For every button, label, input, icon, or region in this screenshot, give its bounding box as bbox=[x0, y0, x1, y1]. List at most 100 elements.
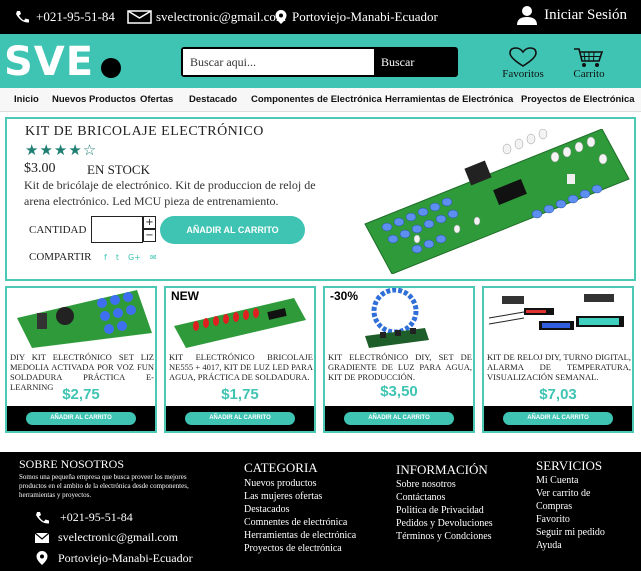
product-card-image bbox=[17, 290, 152, 348]
footer-categoria-list: Nuevos productos Las mujeres ofertas Des… bbox=[244, 477, 356, 555]
favorites-link[interactable]: Favoritos bbox=[500, 46, 546, 80]
quantity-minus-button[interactable]: − bbox=[143, 229, 156, 242]
footer-link[interactable]: Las mujeres ofertas bbox=[244, 490, 356, 503]
footer-about-text: Somos una pequeña empresa que busca prov… bbox=[19, 473, 189, 499]
footer-services-title: SERVICIOS bbox=[536, 458, 603, 473]
favorites-label: Favoritos bbox=[502, 68, 544, 80]
product-card-text: KIT ELECTRÓNICO BRICOLAJE NE555 + 4017, … bbox=[169, 352, 313, 382]
product-card-price: $2,75 bbox=[62, 386, 100, 403]
topbar-location: Portoviejo-Manabi-Ecuador bbox=[274, 9, 438, 25]
top-bar: +021-95-51-84 svelectronic@gmail.com Por… bbox=[0, 0, 641, 34]
footer-link[interactable]: Proyectos de electrónica bbox=[244, 542, 356, 555]
google-plus-icon[interactable]: G+ bbox=[128, 253, 141, 262]
product-card-price: $1,75 bbox=[221, 386, 259, 403]
product-card-price: $7,03 bbox=[539, 386, 577, 403]
mail-icon bbox=[34, 532, 50, 543]
product-card-text: KIT DE RELOJ DIY, TURNO DIGITAL, ALARMA … bbox=[487, 352, 631, 382]
mail-icon[interactable]: ✉ bbox=[150, 253, 157, 262]
heart-icon bbox=[509, 47, 537, 67]
topbar-phone: +021-95-51-84 bbox=[14, 9, 115, 25]
footer: SOBRE NOSOTROS Somos una pequeña empresa… bbox=[0, 452, 641, 571]
footer-link[interactable]: Destacados bbox=[244, 503, 356, 516]
product-card[interactable]: NEW KIT ELECTRÓNICO BRICOLAJE NE555 + 40… bbox=[164, 286, 316, 433]
stock-status: EN STOCK bbox=[87, 162, 150, 177]
nav-item-ofertas[interactable]: Ofertas bbox=[140, 94, 173, 105]
footer-link[interactable]: Pedidos y Devoluciones bbox=[396, 517, 493, 530]
nav-item-herramientas[interactable]: Herramientas de Electrónica bbox=[385, 94, 513, 105]
footer-services-list: Mi Cuenta Ver carrito de Compras Favorit… bbox=[536, 474, 605, 552]
card-add-to-cart-button[interactable]: AÑADIR AL CARRITO bbox=[26, 412, 136, 425]
share-label: COMPARTIR bbox=[29, 251, 92, 263]
card-add-to-cart-button[interactable]: AÑADIR AL CARRITO bbox=[503, 412, 613, 425]
product-card-footer: AÑADIR AL CARRITO bbox=[166, 406, 314, 431]
header: SVE Buscar Favoritos Carrito bbox=[0, 34, 641, 88]
footer-link[interactable]: Compras bbox=[536, 500, 605, 513]
footer-categoria-title: CATEGORIA bbox=[244, 460, 318, 475]
product-card[interactable]: DIY KIT ELECTRÓNICO SET LIZ MEDOLIA ACTI… bbox=[5, 286, 157, 433]
phone-icon bbox=[16, 11, 29, 23]
cart-link[interactable]: Carrito bbox=[570, 46, 608, 80]
quantity-input[interactable] bbox=[91, 216, 143, 243]
footer-link[interactable]: Herramientas de electrónica bbox=[244, 529, 356, 542]
logo-dot bbox=[101, 58, 121, 78]
location-pin-icon bbox=[36, 551, 48, 565]
new-badge: NEW bbox=[171, 289, 199, 303]
footer-link[interactable]: Favorito bbox=[536, 513, 605, 526]
product-description: Kit de bricólaje de electrónico. Kit de … bbox=[24, 178, 316, 208]
add-to-cart-button[interactable]: AÑADIR AL CARRITO bbox=[160, 216, 305, 244]
main-nav: Inicio Nuevos Productos Ofertas Destacad… bbox=[0, 88, 641, 112]
search-button[interactable]: Buscar bbox=[374, 49, 456, 75]
card-add-to-cart-button[interactable]: AÑADIR AL CARRITO bbox=[185, 412, 295, 425]
share-icons: f t G+ ✉ bbox=[104, 253, 157, 262]
footer-link[interactable]: Sobre nosotros bbox=[396, 478, 493, 491]
footer-about-title: SOBRE NOSOTROS bbox=[19, 457, 125, 471]
login-link[interactable]: Iniciar Sesión bbox=[516, 5, 627, 25]
nav-item-destacado[interactable]: Destacado bbox=[189, 94, 237, 105]
search-input[interactable] bbox=[183, 49, 374, 75]
product-detail: KIT DE BRICOLAJE ELECTRÓNICO ★★★★☆ $3.00… bbox=[5, 117, 636, 281]
quantity-stepper: + − bbox=[143, 216, 156, 243]
cart-label: Carrito bbox=[573, 68, 605, 80]
product-card[interactable]: KIT DE RELOJ DIY, TURNO DIGITAL, ALARMA … bbox=[482, 286, 634, 433]
footer-link[interactable]: Seguir mi pedido bbox=[536, 526, 605, 539]
discount-badge: -30% bbox=[330, 289, 359, 303]
user-icon bbox=[517, 6, 538, 25]
footer-info-list: Sobre nosotros Contáctanos Politica de P… bbox=[396, 478, 493, 543]
footer-email-text: svelectronic@gmail.com bbox=[58, 530, 179, 544]
footer-link[interactable]: Contáctanos bbox=[396, 491, 493, 504]
footer-link[interactable]: Ver carrito de bbox=[536, 487, 605, 500]
nav-item-componentes[interactable]: Componentes de Electrónica bbox=[251, 94, 382, 105]
nav-item-proyectos[interactable]: Proyectos de Electrónica bbox=[521, 94, 635, 105]
facebook-icon[interactable]: f bbox=[104, 253, 107, 262]
footer-link[interactable]: Politica de Privacidad bbox=[396, 504, 493, 517]
rating-stars: ★★★★☆ bbox=[25, 143, 98, 159]
site-logo[interactable]: SVE bbox=[4, 38, 94, 86]
phone-icon bbox=[36, 511, 49, 524]
product-card[interactable]: -30% KIT ELECTRÓNICO DIY, SET DE GRADIEN… bbox=[323, 286, 475, 433]
footer-link[interactable]: Comnentes de electrónica bbox=[244, 516, 356, 529]
mail-icon bbox=[127, 10, 152, 24]
cart-icon bbox=[574, 48, 604, 67]
login-label: Iniciar Sesión bbox=[544, 6, 627, 23]
footer-link[interactable]: Ayuda bbox=[536, 539, 605, 552]
footer-link[interactable]: Mi Cuenta bbox=[536, 474, 605, 487]
product-card-price: $3,50 bbox=[380, 383, 418, 400]
footer-link[interactable]: Nuevos productos bbox=[244, 477, 356, 490]
footer-link[interactable]: Términos y Condciones bbox=[396, 530, 493, 543]
quantity-plus-button[interactable]: + bbox=[143, 216, 156, 229]
product-card-footer: AÑADIR AL CARRITO bbox=[484, 406, 632, 431]
footer-phone-text: +021-95-51-84 bbox=[60, 510, 133, 524]
product-card-footer: AÑADIR AL CARRITO bbox=[7, 406, 155, 431]
search-bar: Buscar bbox=[181, 47, 458, 77]
product-card-image bbox=[488, 294, 624, 330]
card-add-to-cart-button[interactable]: AÑADIR AL CARRITO bbox=[344, 412, 454, 425]
twitter-icon[interactable]: t bbox=[116, 253, 119, 262]
topbar-phone-text: +021-95-51-84 bbox=[36, 9, 115, 24]
footer-location-text: Portoviejo-Manabi-Ecuador bbox=[58, 550, 193, 565]
product-card-footer: AÑADIR AL CARRITO bbox=[325, 406, 473, 431]
nav-item-inicio[interactable]: Inicio bbox=[14, 94, 39, 105]
footer-info-title: INFORMACIÓN bbox=[396, 462, 488, 477]
nav-item-nuevos-productos[interactable]: Nuevos Productos bbox=[52, 94, 136, 105]
product-price: $3.00 bbox=[24, 161, 56, 176]
footer-location: Portoviejo-Manabi-Ecuador bbox=[34, 550, 193, 566]
